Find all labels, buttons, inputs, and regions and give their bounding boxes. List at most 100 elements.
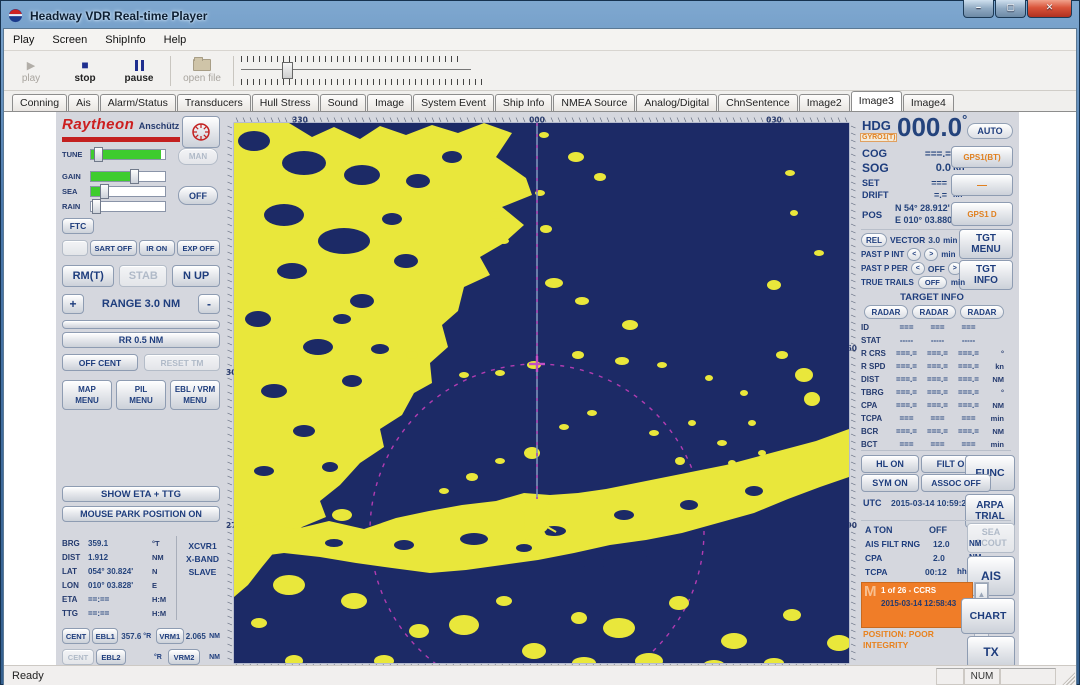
slider-handle-gain[interactable] xyxy=(130,169,139,184)
stab-button[interactable]: STAB xyxy=(119,265,167,287)
enh-blank-button[interactable] xyxy=(62,240,88,256)
range-plus-button[interactable]: + xyxy=(62,294,84,314)
stop-button[interactable]: ■ stop xyxy=(58,53,112,89)
slider-handle-tune[interactable] xyxy=(94,147,103,162)
sym-button[interactable]: SYM ON xyxy=(861,474,919,492)
tab-image2[interactable]: Image2 xyxy=(799,94,850,111)
ir-button[interactable]: IR ON xyxy=(139,240,175,256)
close-button[interactable]: ✕ xyxy=(1027,0,1072,18)
tab-image3[interactable]: Image3 xyxy=(851,91,902,111)
ais-filt-label: AIS FILT RNG xyxy=(865,539,920,549)
readout-row-lat: LAT054° 30.824'N xyxy=(62,564,172,578)
tab-image[interactable]: Image xyxy=(367,94,412,111)
tab-conning[interactable]: Conning xyxy=(12,94,67,111)
hl-button[interactable]: HL ON xyxy=(861,455,919,473)
slider-track-tune[interactable] xyxy=(90,149,166,160)
off-button[interactable]: OFF xyxy=(178,186,218,205)
target-table-key: ID xyxy=(861,323,891,332)
off-cent-button[interactable]: OFF CENT xyxy=(62,354,138,371)
vrm2-button[interactable]: VRM2 xyxy=(168,649,200,665)
dash-source-button[interactable]: — xyxy=(951,174,1013,196)
map-menu-button[interactable]: MAPMENU xyxy=(62,380,112,410)
tab-alarm-status[interactable]: Alarm/Status xyxy=(100,94,176,111)
radar-source-button-3[interactable]: RADAR xyxy=(960,305,1004,319)
target-table-value: ===.= xyxy=(953,401,984,410)
ebl2-button[interactable]: EBL2 xyxy=(96,649,126,665)
tab-transducers[interactable]: Transducers xyxy=(177,94,251,111)
play-button[interactable]: ▶ play xyxy=(4,53,58,89)
window-body: PlayScreenShipInfoHelp ▶ play ■ stop pau… xyxy=(3,28,1077,685)
alarm-message-box[interactable]: M 1 of 26 - CCRS 2015-03-14 12:58:43 xyxy=(861,582,973,628)
pil-menu-button[interactable]: PILMENU xyxy=(116,380,166,410)
open-file-button[interactable]: open file xyxy=(175,53,229,89)
tab-analog-digital[interactable]: Analog/Digital xyxy=(636,94,717,111)
slider-handle-sea[interactable] xyxy=(100,184,109,199)
past-per-dec-button[interactable]: < xyxy=(911,262,925,275)
tgt-info-button[interactable]: TGT INFO xyxy=(959,260,1013,290)
slider-track-sea[interactable] xyxy=(90,186,166,197)
radar-source-button-2[interactable]: RADAR xyxy=(912,305,956,319)
alarm-detail-text: POSITION: POOR INTEGRITY xyxy=(863,629,934,651)
target-table-unit: NM xyxy=(984,401,1004,410)
tab-image4[interactable]: Image4 xyxy=(903,94,954,111)
reset-tm-button[interactable]: RESET TM xyxy=(144,354,220,371)
past-int-inc-button[interactable]: > xyxy=(924,248,938,261)
trails-off-button[interactable]: OFF xyxy=(918,276,947,289)
tab-hull-stress[interactable]: Hull Stress xyxy=(252,94,319,111)
tab-system-event[interactable]: System Event xyxy=(413,94,494,111)
tab-chnsentence[interactable]: ChnSentence xyxy=(718,94,798,111)
target-table: ID=========STAT---------------R CRS===.=… xyxy=(861,321,1004,451)
cent1-button[interactable]: CENT xyxy=(62,628,90,644)
ebl-vrm-menu-button[interactable]: EBL / VRMMENU xyxy=(170,380,220,410)
vector-label: VECTOR xyxy=(890,235,925,245)
slider-track-rain[interactable] xyxy=(90,201,166,212)
rr-button[interactable]: RR 0.5 NM xyxy=(62,332,220,348)
chart-button[interactable]: CHART xyxy=(961,598,1015,634)
brand-logo-button[interactable] xyxy=(182,116,220,148)
slider-handle-rain[interactable] xyxy=(92,199,101,214)
menu-shipinfo[interactable]: ShipInfo xyxy=(96,32,154,48)
gps-d-button[interactable]: GPS1 D xyxy=(951,202,1013,226)
menu-help[interactable]: Help xyxy=(155,32,196,48)
resize-grip[interactable] xyxy=(1062,672,1075,685)
tgt-menu-button[interactable]: TGT MENU xyxy=(959,229,1013,259)
tgt-menu-line2: MENU xyxy=(971,244,1000,255)
mouse-park-button[interactable]: MOUSE PARK POSITION ON xyxy=(62,506,220,522)
rm-button[interactable]: RM(T) xyxy=(62,265,114,287)
rel-button[interactable]: REL xyxy=(861,233,887,247)
tx-button[interactable]: TX xyxy=(967,636,1015,665)
sart-button[interactable]: SART OFF xyxy=(90,240,137,256)
cpa-label: CPA xyxy=(865,553,882,563)
show-eta-button[interactable]: SHOW ETA + TTG xyxy=(62,486,220,502)
pause-button[interactable]: pause xyxy=(112,53,166,89)
ebl1-button[interactable]: EBL1 xyxy=(92,628,118,644)
exp-button[interactable]: EXP OFF xyxy=(177,240,220,256)
auto-button[interactable]: AUTO xyxy=(967,123,1013,139)
cent2-button[interactable]: CENT xyxy=(62,649,94,665)
set-label: SET xyxy=(862,178,880,188)
ftc-button[interactable]: FTC xyxy=(62,218,94,234)
target-table-value: ===.= xyxy=(953,427,984,436)
tab-sound[interactable]: Sound xyxy=(320,94,366,111)
range-minus-button[interactable]: - xyxy=(198,294,220,314)
tab-ais[interactable]: Ais xyxy=(68,94,99,111)
tab-ship-info[interactable]: Ship Info xyxy=(495,94,552,111)
menu-screen[interactable]: Screen xyxy=(43,32,96,48)
vrm1-button[interactable]: VRM1 xyxy=(156,628,184,644)
slider-track-gain[interactable] xyxy=(90,171,166,182)
radar-source-button-1[interactable]: RADAR xyxy=(864,305,908,319)
slider-handle[interactable] xyxy=(282,62,293,79)
radar-ppi-display[interactable]: 330000030300270060090 xyxy=(226,116,857,665)
past-int-dec-button[interactable]: < xyxy=(907,248,921,261)
assoc-button[interactable]: ASSOC OFF xyxy=(921,474,991,492)
man-button[interactable]: MAN xyxy=(178,148,218,165)
nup-button[interactable]: N UP xyxy=(172,265,220,287)
maximize-button[interactable]: ▢ xyxy=(995,0,1026,18)
menu-play[interactable]: Play xyxy=(4,32,43,48)
tab-nmea-source[interactable]: NMEA Source xyxy=(553,94,635,111)
range-bar-button[interactable] xyxy=(62,320,220,329)
gps-bt-button[interactable]: GPS1(BT) xyxy=(951,146,1013,168)
sea-scout-button[interactable]: SEA SCOUT xyxy=(967,523,1015,553)
minimize-button[interactable]: – xyxy=(963,0,994,18)
slider-track[interactable] xyxy=(241,69,471,70)
